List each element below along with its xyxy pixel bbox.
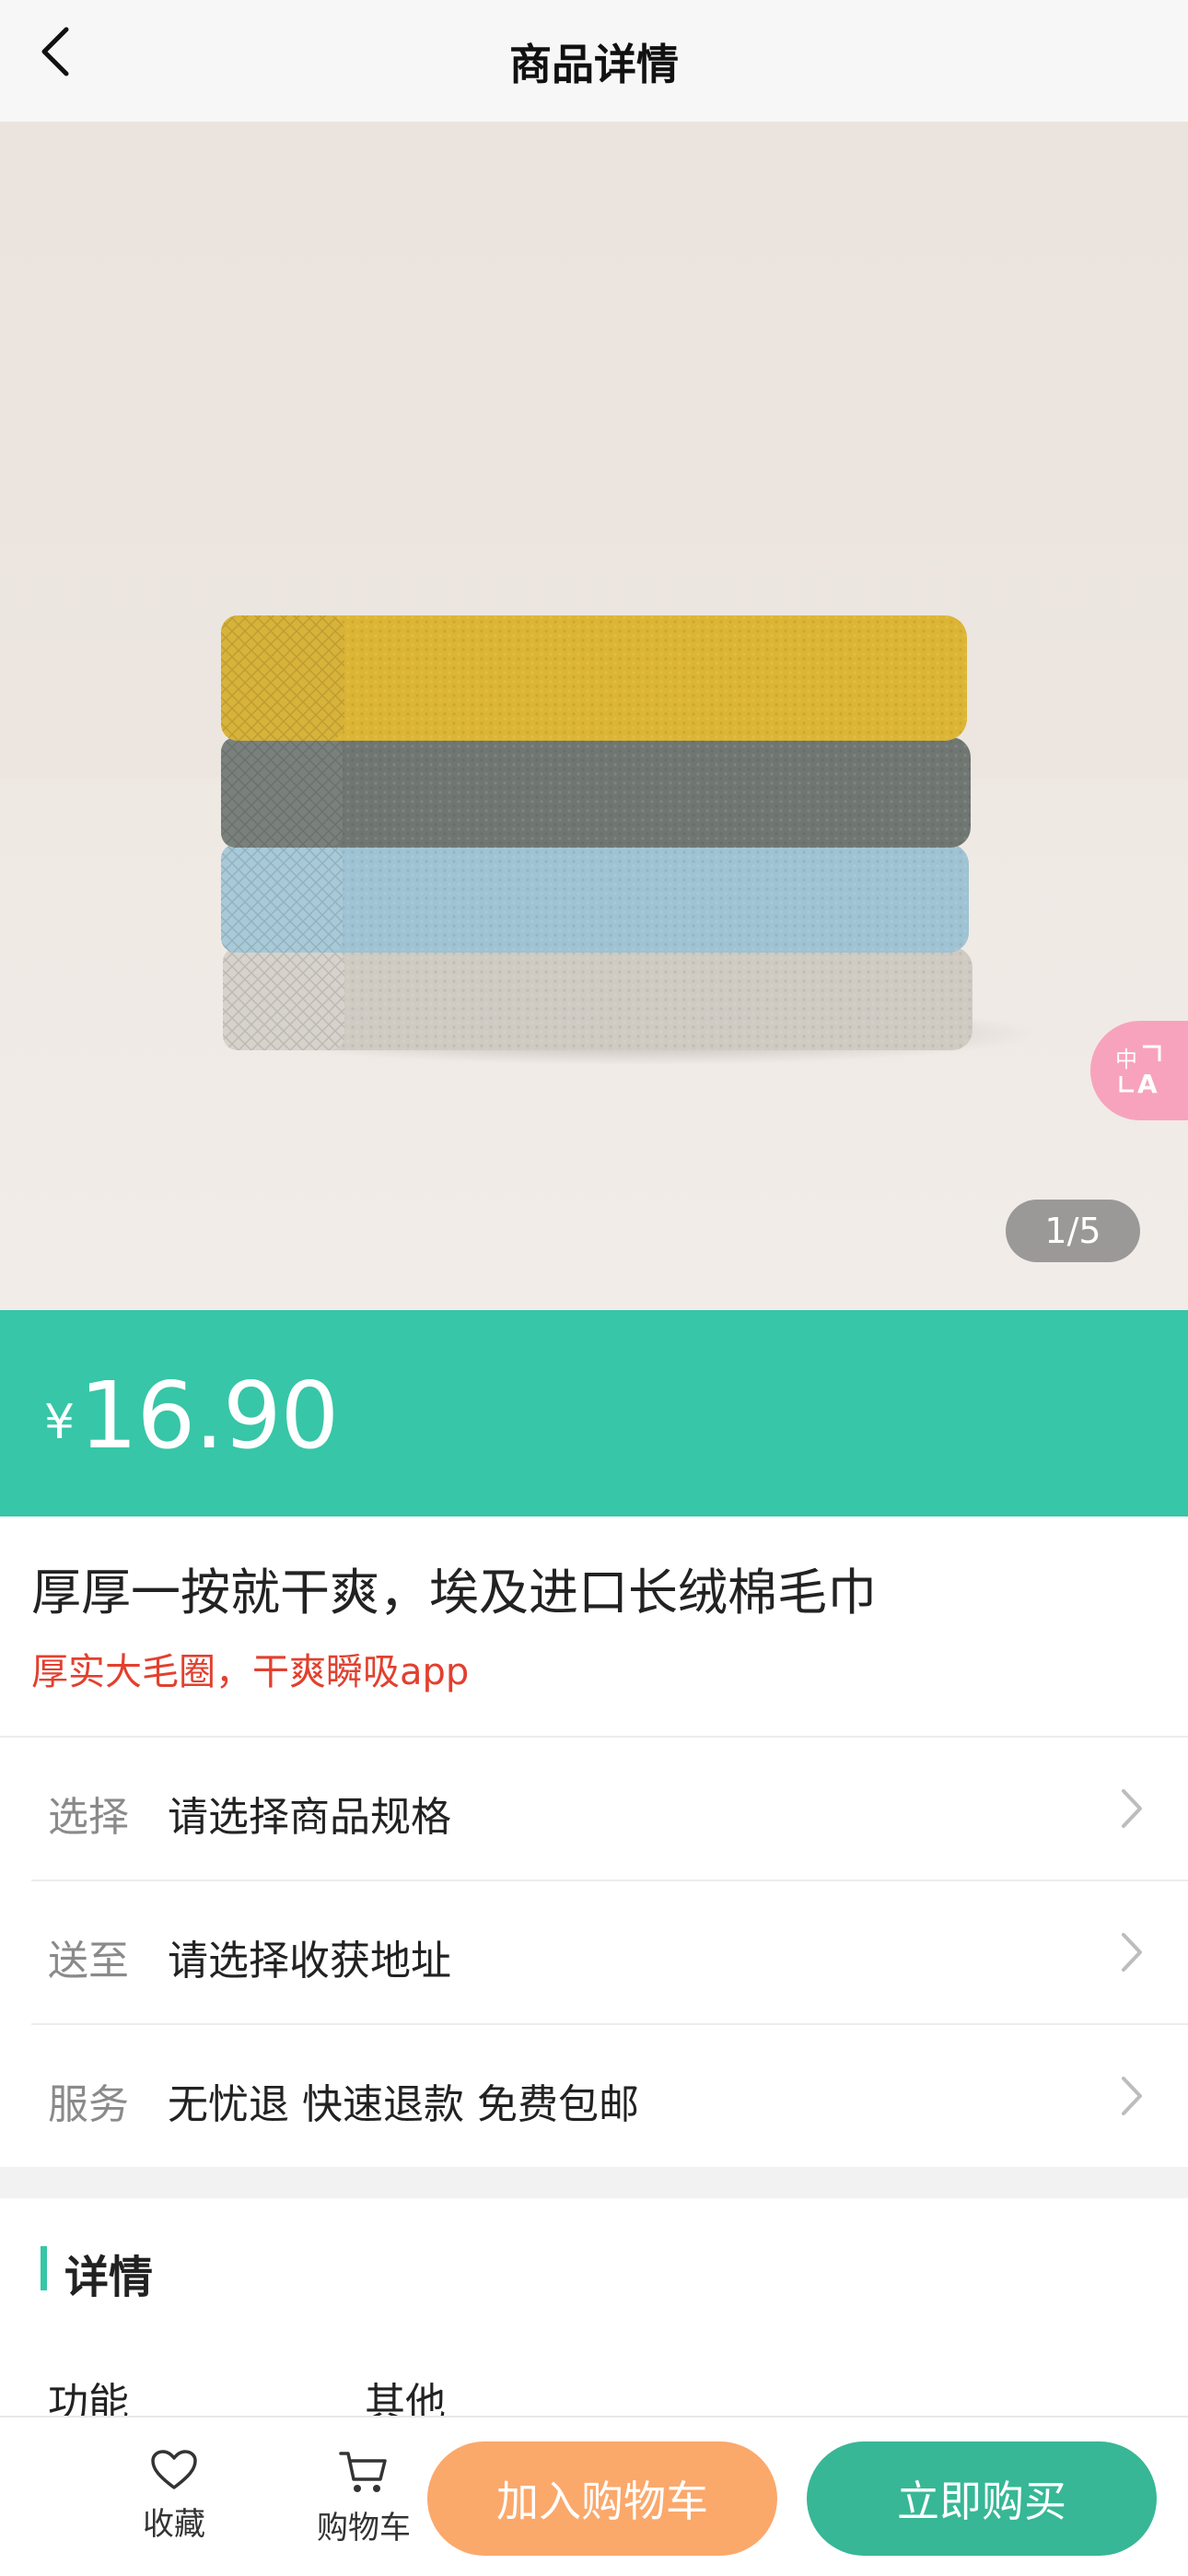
cart-label: 购物车 [317,2510,411,2547]
add-to-cart-button[interactable]: 加入购物车 [427,2441,777,2556]
bottom-action-bar: 收藏 购物车 加入购物车 立即购买 [0,2416,1188,2576]
translate-icon: 中 A [1115,1045,1161,1098]
option-row-spec[interactable]: 选择 请选择商品规格 [0,1738,1188,1880]
details-section: 详情 功能 其他 [0,2198,1188,2427]
option-value: 请选择收获地址 [168,1938,451,1985]
product-image [221,615,1041,1065]
product-title: 厚厚一按就干爽，埃及进口长绒棉毛巾 [31,1563,877,1622]
buy-now-button[interactable]: 立即购买 [807,2441,1157,2556]
cart-button[interactable]: 购物车 [304,2449,424,2547]
chevron-right-icon [1122,1789,1142,1828]
favorite-label: 收藏 [143,2506,205,2543]
option-value: 请选择商品规格 [168,1794,451,1841]
details-title: 详情 [64,2252,154,2303]
section-accent-bar [41,2246,47,2290]
favorite-button[interactable]: 收藏 [114,2449,234,2544]
product-subtitle: 厚实大毛圈，干爽瞬吸app [31,1651,470,1693]
heart-icon [151,2450,197,2489]
option-label: 选择 [48,1794,129,1841]
image-page-indicator: 1/5 [1006,1200,1140,1262]
option-row-service[interactable]: 服务 无忧退 快速退款 免费包邮 [0,2025,1188,2168]
product-info: 厚厚一按就干爽，埃及进口长绒棉毛巾 厚实大毛圈，干爽瞬吸app [0,1516,1188,1738]
chevron-right-icon [1122,1933,1142,1972]
price-value: 16.90 [79,1362,339,1469]
currency-symbol: ¥ [44,1395,76,1450]
svg-text:A: A [1137,1069,1158,1098]
svg-text:中: 中 [1115,1047,1137,1072]
page-title: 商品详情 [509,40,679,89]
nav-bar: 商品详情 [0,0,1188,122]
option-value: 无忧退 快速退款 免费包邮 [168,2081,639,2128]
option-label: 服务 [48,2081,129,2128]
cart-icon [339,2452,387,2492]
price-banner: ¥ 16.90 [0,1310,1188,1516]
option-label: 送至 [48,1938,129,1985]
chevron-right-icon [1122,2077,1142,2115]
product-image-gallery[interactable]: 1/5 [0,122,1188,1310]
section-gap [0,2167,1188,2198]
translate-button[interactable]: 中 A [1090,1021,1188,1120]
option-row-address[interactable]: 送至 请选择收获地址 [0,1881,1188,2024]
